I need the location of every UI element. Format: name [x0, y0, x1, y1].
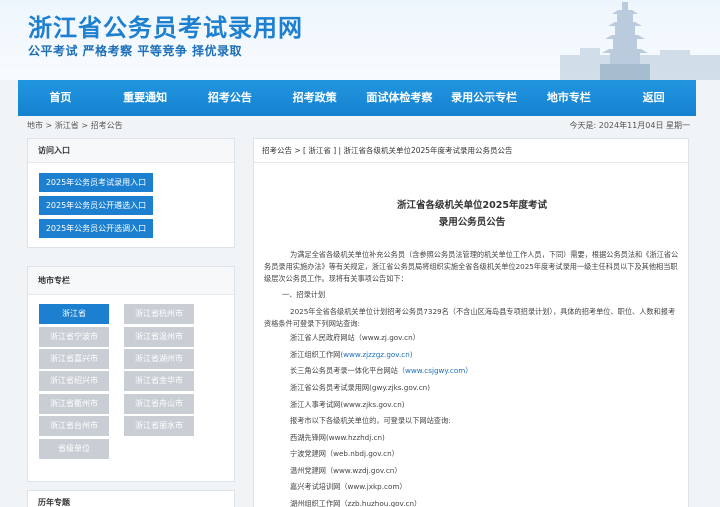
plan-paragraph: 2025年全省各级机关单位计划招考公务员7329名（不含山区海岛县专项招录计划）… [264, 307, 676, 328]
city-sites-intro: 报考市以下各级机关单位的，可登录以下网站查询: [290, 416, 451, 425]
city-shaoxing[interactable]: 浙江省绍兴市 [39, 371, 109, 391]
main-nav: 首页 重要通知 招考公告 招考政策 面试体检考察 录用公示专栏 地市专栏 返回 [18, 80, 696, 116]
city-jinhua[interactable]: 浙江省金华市 [124, 371, 194, 391]
article-breadcrumb: 招考公告 > [ 浙江省 ] | 浙江省各级机关单位2025年度考试录用公务员公… [254, 139, 688, 163]
nav-publicity[interactable]: 录用公示专栏 [442, 80, 527, 116]
city-site-link[interactable]: 西湖先锋网(www.hzzhdj.cn) [290, 433, 385, 443]
city-site-link[interactable]: 嘉兴考试培训网（www.jxkp.com） [290, 482, 407, 492]
city-site-link[interactable]: 湖州组织工作网（zzb.huzhou.gov.cn） [290, 499, 421, 507]
nav-home[interactable]: 首页 [18, 80, 103, 116]
site-title[interactable]: 浙江省公务员考试录用网 [28, 8, 303, 43]
site-header: 浙江省公务员考试录用网 公平考试 严格考察 平等竞争 择优录取 [0, 0, 720, 80]
city-wenzhou[interactable]: 浙江省温州市 [124, 327, 194, 347]
history-panel-title: 历年专题 [28, 491, 234, 507]
city-zhejiang[interactable]: 浙江省 [39, 304, 109, 324]
city-ningbo[interactable]: 浙江省宁波市 [39, 327, 109, 347]
access-panel: 访问入口 2025年公务员考试录用入口 2025年公务员公开遴选入口 2025年… [27, 138, 235, 248]
city-site-link[interactable]: 温州党建网（www.wzdj.gov.cn） [290, 466, 402, 476]
site-link[interactable]: 浙江省公务员考试录用网(gwy.zjks.gov.cn) [290, 383, 430, 393]
section-heading: 一、招录计划 [282, 290, 326, 299]
site-slogan: 公平考试 严格考察 平等竞争 择优录取 [28, 44, 243, 58]
city-jiaxing[interactable]: 浙江省嘉兴市 [39, 349, 109, 369]
breadcrumb: 地市 > 浙江省 > 招考公告 [27, 121, 123, 130]
city-panel-title: 地市专栏 [28, 267, 234, 295]
nav-policy[interactable]: 招考政策 [272, 80, 357, 116]
site-link[interactable]: 浙江省人民政府网站（www.zj.gov.cn） [290, 333, 420, 343]
date-info: 今天是: 2024年11月04日 星期一 [569, 121, 691, 130]
nav-interview[interactable]: 面试体检考察 [357, 80, 442, 116]
site-link[interactable]: 浙江人事考试网(www.zjks.gov.cn) [290, 400, 405, 410]
access-panel-title: 访问入口 [28, 139, 234, 163]
city-zhoushan[interactable]: 浙江省舟山市 [124, 394, 194, 414]
nav-cities[interactable]: 地市专栏 [527, 80, 612, 116]
pagoda-illustration [560, 2, 720, 80]
article-title-line2: 录用公务员公告 [438, 217, 506, 228]
nav-back[interactable]: 返回 [611, 80, 696, 116]
nav-announcements[interactable]: 招考公告 [188, 80, 273, 116]
city-hangzhou[interactable]: 浙江省杭州市 [124, 304, 194, 324]
city-lishui[interactable]: 浙江省丽水市 [124, 416, 194, 436]
exam-entry-button[interactable]: 2025年公务员考试录用入口 [39, 173, 153, 192]
article-panel: 招考公告 > [ 浙江省 ] | 浙江省各级机关单位2025年度考试录用公务员公… [253, 138, 689, 507]
city-huzhou[interactable]: 浙江省湖州市 [124, 349, 194, 369]
transfer-entry-button[interactable]: 2025年公务员公开选调入口 [39, 219, 153, 238]
article-intro: 为满足全省各级机关单位补充公务员（含参照公务员法管理的机关单位工作人员，下同）需… [264, 250, 679, 283]
selection-entry-button[interactable]: 2025年公务员公开遴选入口 [39, 196, 153, 215]
city-taizhou[interactable]: 浙江省台州市 [39, 416, 109, 436]
city-provincial[interactable]: 省级单位 [39, 439, 109, 459]
nav-notices[interactable]: 重要通知 [103, 80, 188, 116]
city-site-link[interactable]: 宁波党建网（web.nbdj.gov.cn） [290, 449, 399, 459]
site-link[interactable]: 浙江组织工作网(www.zjzzgz.gov.cn) [290, 350, 413, 360]
city-quzhou[interactable]: 浙江省衢州市 [39, 394, 109, 414]
site-link[interactable]: 长三角公务员考录一体化平台网站（www.csjgwy.com） [290, 366, 472, 376]
city-panel: 地市专栏 浙江省 浙江省杭州市 浙江省宁波市 浙江省温州市 浙江省嘉兴市 浙江省… [27, 266, 235, 482]
article-title-line1: 浙江省各级机关单位2025年度考试 [397, 200, 547, 211]
history-panel: 历年专题 [27, 490, 235, 507]
